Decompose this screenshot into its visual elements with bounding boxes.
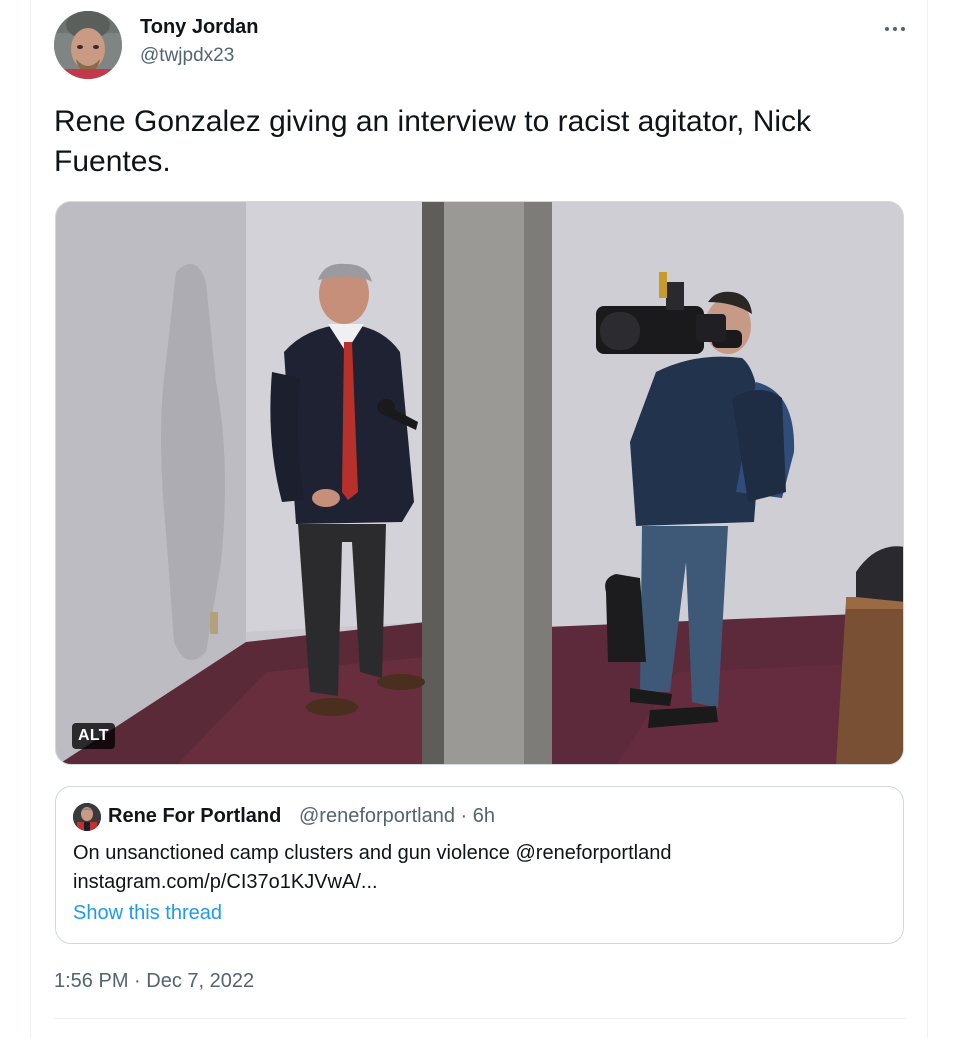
alt-text-badge[interactable]: ALT	[72, 723, 115, 749]
quoted-tweet-line-1: On unsanctioned camp clusters and gun vi…	[73, 842, 672, 864]
quoted-tweet-text: On unsanctioned camp clusters and gun vi…	[73, 839, 873, 897]
quoted-author-avatar	[73, 803, 101, 831]
quoted-tweet[interactable]: Rene For Portland @reneforportland · 6h …	[55, 786, 904, 944]
quoted-author-meta: @reneforportland · 6h	[299, 805, 495, 828]
tweet-text: Rene Gonzalez giving an interview to rac…	[54, 105, 812, 178]
tweet-photo[interactable]	[55, 201, 904, 765]
quoted-author-handle: @reneforportland	[299, 805, 455, 827]
meta-separator: ·	[460, 805, 468, 827]
author-avatar[interactable]	[54, 11, 122, 79]
divider	[54, 1018, 906, 1019]
quoted-author-name: Rene For Portland	[108, 805, 282, 827]
show-thread-link[interactable]: Show this thread	[73, 902, 222, 925]
quoted-tweet-line-2: instagram.com/p/CI37o1KJVwA/...	[73, 871, 378, 893]
author-handle[interactable]: @twjpdx23	[140, 45, 234, 67]
more-options-icon[interactable]	[882, 16, 908, 42]
author-name[interactable]: Tony Jordan	[140, 16, 259, 39]
tweet-timestamp[interactable]: 1:56 PM · Dec 7, 2022	[54, 970, 254, 993]
quoted-tweet-age: 6h	[472, 805, 495, 827]
